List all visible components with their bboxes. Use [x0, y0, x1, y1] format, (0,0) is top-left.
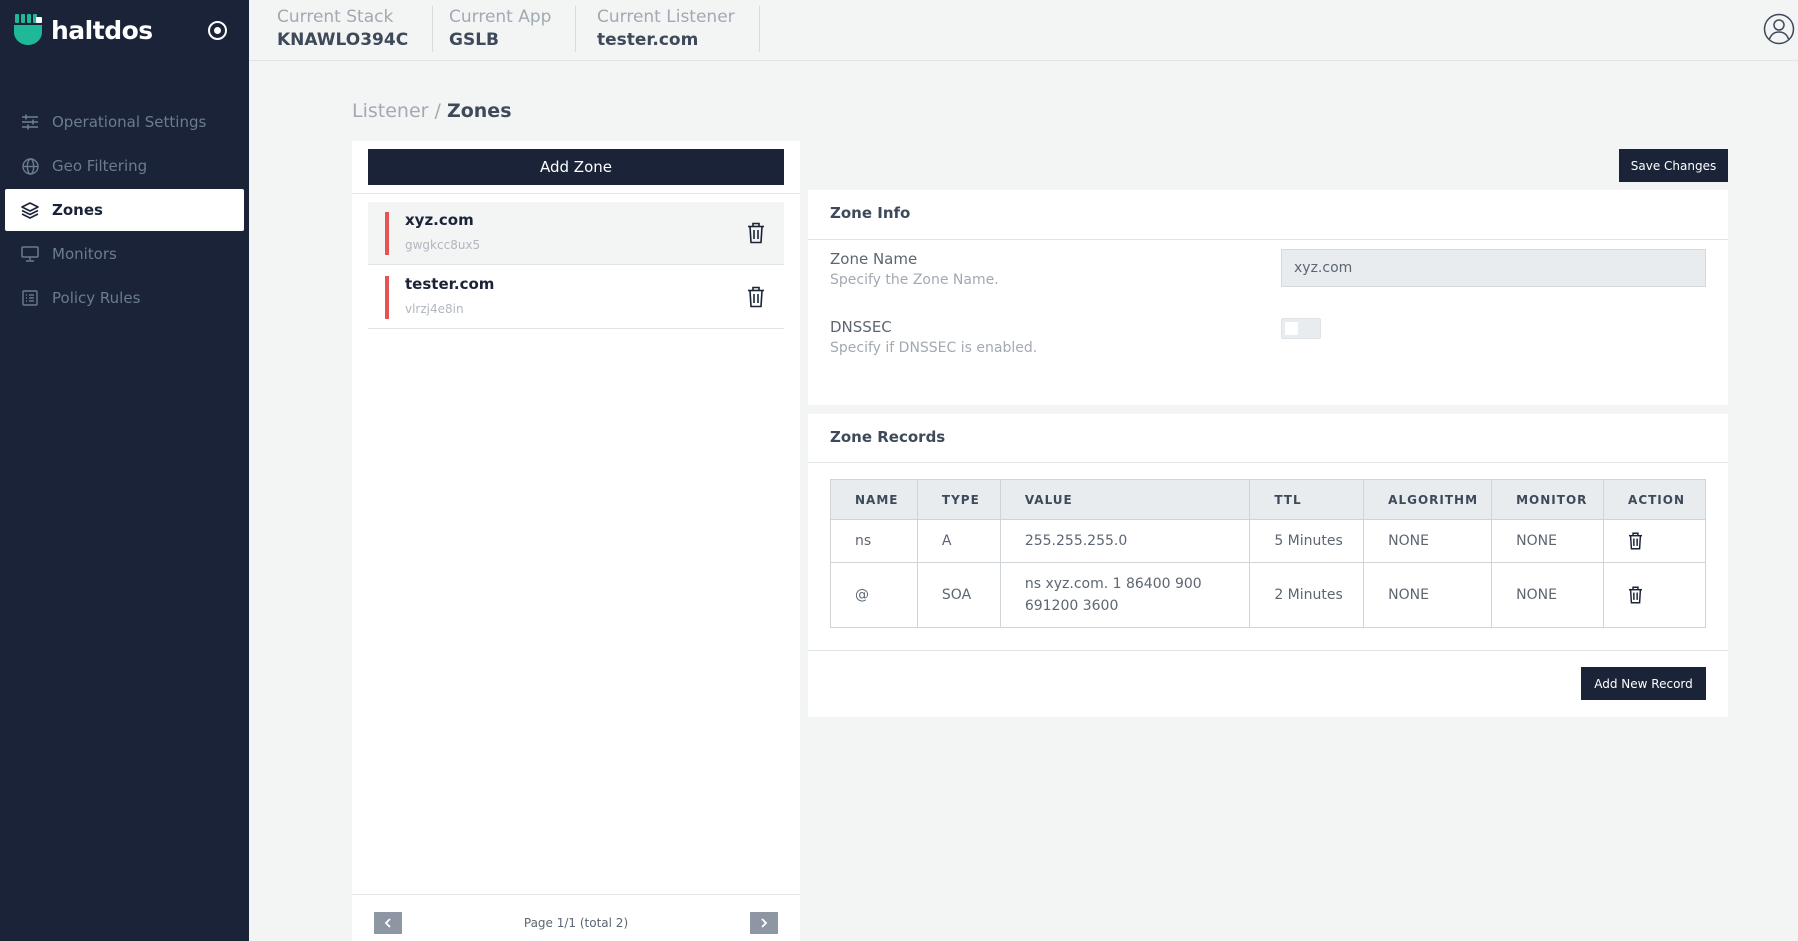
column-header-type: TYPE	[916, 479, 1001, 520]
brand-name: haltdos	[51, 15, 153, 45]
zone-info-card: Zone Info Zone Name Specify the Zone Nam…	[808, 190, 1728, 405]
zone-name-label: Zone Name	[830, 250, 918, 268]
layers-icon	[20, 200, 40, 220]
toggle-knob	[1285, 322, 1298, 335]
zone-name-help: Specify the Zone Name.	[830, 272, 999, 288]
current-stack[interactable]: Current Stack KNAWLO394C	[249, 6, 434, 52]
trash-icon[interactable]	[1628, 586, 1643, 604]
dnssec-toggle[interactable]	[1281, 318, 1321, 339]
zone-name: tester.com	[405, 275, 495, 293]
divider	[352, 193, 800, 194]
record-value-line: ns xyz.com. 1 86400 900	[1024, 576, 1202, 592]
record-type: A	[916, 519, 1001, 563]
column-header-name: NAME	[830, 479, 918, 520]
record-value-line: 691200 3600	[1024, 598, 1119, 614]
zone-records-table: NAME TYPE VALUE TTL ALGORITHM MONITOR AC…	[830, 479, 1706, 628]
sidebar-item-label: Zones	[52, 201, 103, 219]
breadcrumb-current: Zones	[446, 100, 512, 122]
chevron-right-icon	[761, 918, 768, 928]
column-header-action: ACTION	[1603, 479, 1706, 520]
current-app[interactable]: Current App GSLB	[421, 6, 577, 52]
current-app-value: GSLB	[449, 30, 499, 50]
current-stack-label: Current Stack	[277, 7, 394, 27]
record-algorithm: NONE	[1363, 562, 1493, 628]
sidebar-item-monitors[interactable]: Monitors	[5, 233, 244, 275]
column-header-algorithm: ALGORITHM	[1363, 479, 1493, 520]
zone-id: gwgkcc8ux5	[405, 238, 481, 252]
next-page-button[interactable]	[750, 912, 778, 934]
zone-list-item[interactable]: tester.com vlrzj4e8in	[368, 266, 784, 329]
haltdos-logo-icon	[14, 14, 42, 45]
breadcrumb-listener[interactable]: Listener	[352, 100, 428, 122]
top-header: Current Stack KNAWLO394C Current App GSL…	[249, 0, 1798, 61]
record-monitor: NONE	[1491, 519, 1605, 563]
breadcrumb-separator: /	[434, 100, 441, 122]
record-type: SOA	[916, 562, 1001, 628]
record-value: 255.255.255.0	[999, 519, 1251, 563]
current-listener-label: Current Listener	[597, 7, 735, 27]
trash-icon[interactable]	[1628, 532, 1643, 550]
user-avatar-icon[interactable]	[1763, 13, 1795, 45]
zone-records-title: Zone Records	[830, 428, 946, 446]
pagination-info: Page 1/1 (total 2)	[523, 916, 629, 930]
zone-list-panel: Add Zone xyz.com gwgkcc8ux5 tester.com v…	[352, 141, 800, 941]
table-row[interactable]: @ SOA ns xyz.com. 1 86400 900 691200 360…	[830, 562, 1706, 628]
column-header-monitor: MONITOR	[1491, 479, 1605, 520]
sidebar-item-policy-rules[interactable]: Policy Rules	[5, 277, 244, 319]
current-stack-value: KNAWLO394C	[277, 30, 409, 50]
zone-records-card: Zone Records NAME TYPE VALUE TTL ALGORIT…	[808, 414, 1728, 717]
divider	[808, 462, 1728, 463]
zone-status-marker	[385, 276, 389, 319]
monitor-icon	[20, 244, 40, 264]
breadcrumb: Listener / Zones	[352, 100, 512, 122]
divider	[808, 239, 1728, 240]
zone-name-input[interactable]	[1281, 249, 1706, 287]
sidebar-item-label: Policy Rules	[52, 289, 141, 307]
current-listener-value: tester.com	[597, 30, 699, 50]
record-monitor: NONE	[1491, 562, 1605, 628]
column-header-ttl: TTL	[1249, 479, 1365, 520]
list-icon	[20, 288, 40, 308]
divider	[808, 650, 1728, 651]
zone-list-item[interactable]: xyz.com gwgkcc8ux5	[368, 202, 784, 265]
globe-icon	[20, 156, 40, 176]
dnssec-help: Specify if DNSSEC is enabled.	[830, 340, 1038, 356]
record-ttl: 5 Minutes	[1249, 519, 1365, 563]
sidebar-item-operational-settings[interactable]: Operational Settings	[5, 101, 244, 143]
record-algorithm: NONE	[1363, 519, 1493, 563]
sidebar-item-label: Operational Settings	[52, 113, 207, 131]
table-row[interactable]: ns A 255.255.255.0 5 Minutes NONE NONE	[830, 519, 1706, 563]
sliders-icon	[20, 112, 40, 132]
trash-icon[interactable]	[747, 222, 765, 244]
record-ttl: 2 Minutes	[1249, 562, 1365, 628]
add-new-record-button[interactable]: Add New Record	[1581, 667, 1706, 700]
zone-name: xyz.com	[405, 211, 474, 229]
record-action	[1603, 519, 1706, 563]
record-action	[1603, 562, 1706, 628]
divider	[352, 894, 800, 895]
current-app-label: Current App	[449, 7, 552, 27]
sidebar: haltdos Operational Settings Geo Filteri…	[0, 0, 249, 941]
column-header-value: VALUE	[999, 479, 1251, 520]
record-value: ns xyz.com. 1 86400 900 691200 3600	[999, 562, 1251, 628]
save-changes-button[interactable]: Save Changes	[1619, 149, 1728, 182]
sidebar-item-label: Monitors	[52, 245, 117, 263]
zone-info-title: Zone Info	[830, 204, 911, 222]
add-zone-button[interactable]: Add Zone	[368, 149, 784, 185]
zone-status-marker	[385, 212, 389, 255]
zone-id: vlrzj4e8in	[405, 302, 464, 316]
record-name: @	[830, 562, 918, 628]
sidebar-item-geo-filtering[interactable]: Geo Filtering	[5, 145, 244, 187]
record-name: ns	[830, 519, 918, 563]
brand-logo[interactable]: haltdos	[14, 14, 153, 46]
table-header-row: NAME TYPE VALUE TTL ALGORITHM MONITOR AC…	[830, 479, 1706, 520]
sidebar-nav: Operational Settings Geo Filtering Zones…	[5, 101, 244, 321]
trash-icon[interactable]	[747, 286, 765, 308]
current-listener[interactable]: Current Listener tester.com	[569, 6, 760, 52]
dnssec-label: DNSSEC	[830, 318, 892, 336]
sidebar-item-zones[interactable]: Zones	[5, 189, 244, 231]
sidebar-item-label: Geo Filtering	[52, 157, 148, 175]
target-icon[interactable]	[207, 20, 228, 41]
